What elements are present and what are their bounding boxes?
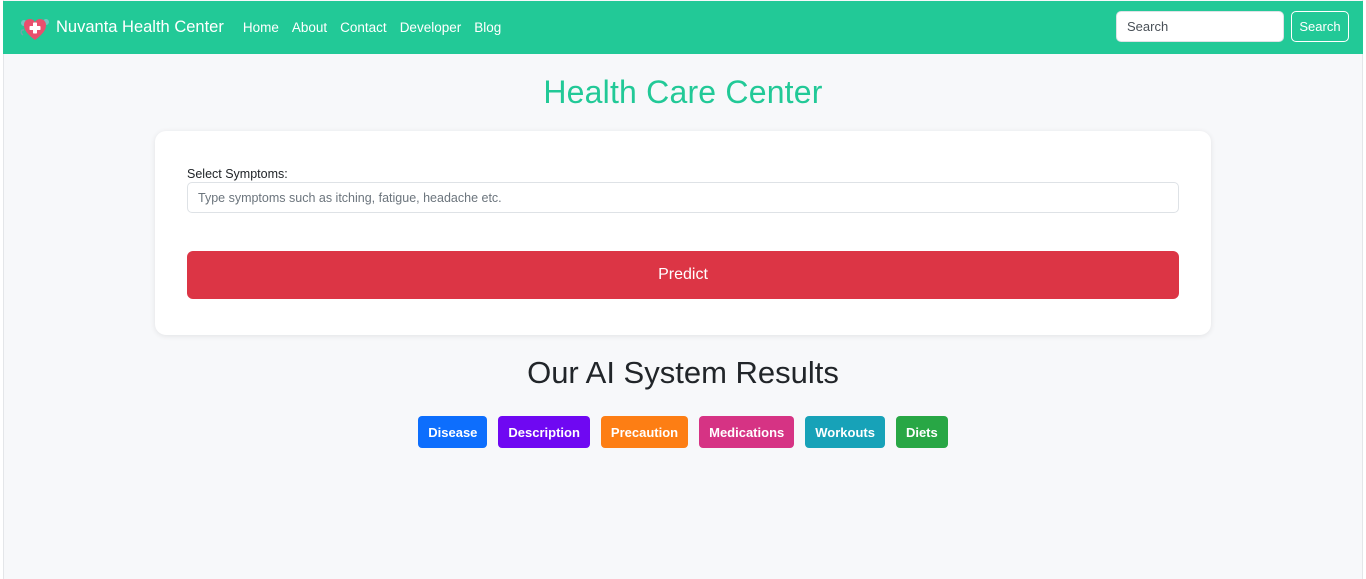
nav-link-home[interactable]: Home bbox=[243, 20, 279, 35]
symptom-form-card: Select Symptoms: Predict bbox=[155, 131, 1211, 335]
nav-link-about[interactable]: About bbox=[292, 20, 327, 35]
medical-cross-heart-icon bbox=[20, 18, 49, 40]
description-button[interactable]: Description bbox=[498, 416, 590, 448]
search-button[interactable]: Search bbox=[1291, 11, 1349, 42]
nav-link-contact[interactable]: Contact bbox=[340, 20, 387, 35]
disease-button[interactable]: Disease bbox=[418, 416, 488, 448]
result-buttons: Disease Description Precaution Medicatio… bbox=[0, 416, 1366, 448]
medications-button[interactable]: Medications bbox=[699, 416, 795, 448]
search-input[interactable] bbox=[1116, 11, 1284, 42]
page-title: Health Care Center bbox=[543, 74, 823, 110]
nav-link-developer[interactable]: Developer bbox=[400, 20, 462, 35]
symptoms-label: Select Symptoms: bbox=[187, 167, 288, 181]
nav-link-blog[interactable]: Blog bbox=[474, 20, 501, 35]
precaution-button[interactable]: Precaution bbox=[600, 416, 689, 448]
results-title: Our AI System Results bbox=[527, 355, 839, 390]
symptoms-input[interactable] bbox=[187, 182, 1179, 213]
brand-name: Nuvanta Health Center bbox=[56, 18, 224, 36]
nav-links: Home About Contact Developer Blog bbox=[243, 20, 514, 35]
predict-button[interactable]: Predict bbox=[187, 251, 1179, 299]
workouts-button[interactable]: Workouts bbox=[805, 416, 885, 448]
brand[interactable]: Nuvanta Health Center bbox=[18, 13, 224, 43]
diets-button[interactable]: Diets bbox=[895, 416, 948, 448]
